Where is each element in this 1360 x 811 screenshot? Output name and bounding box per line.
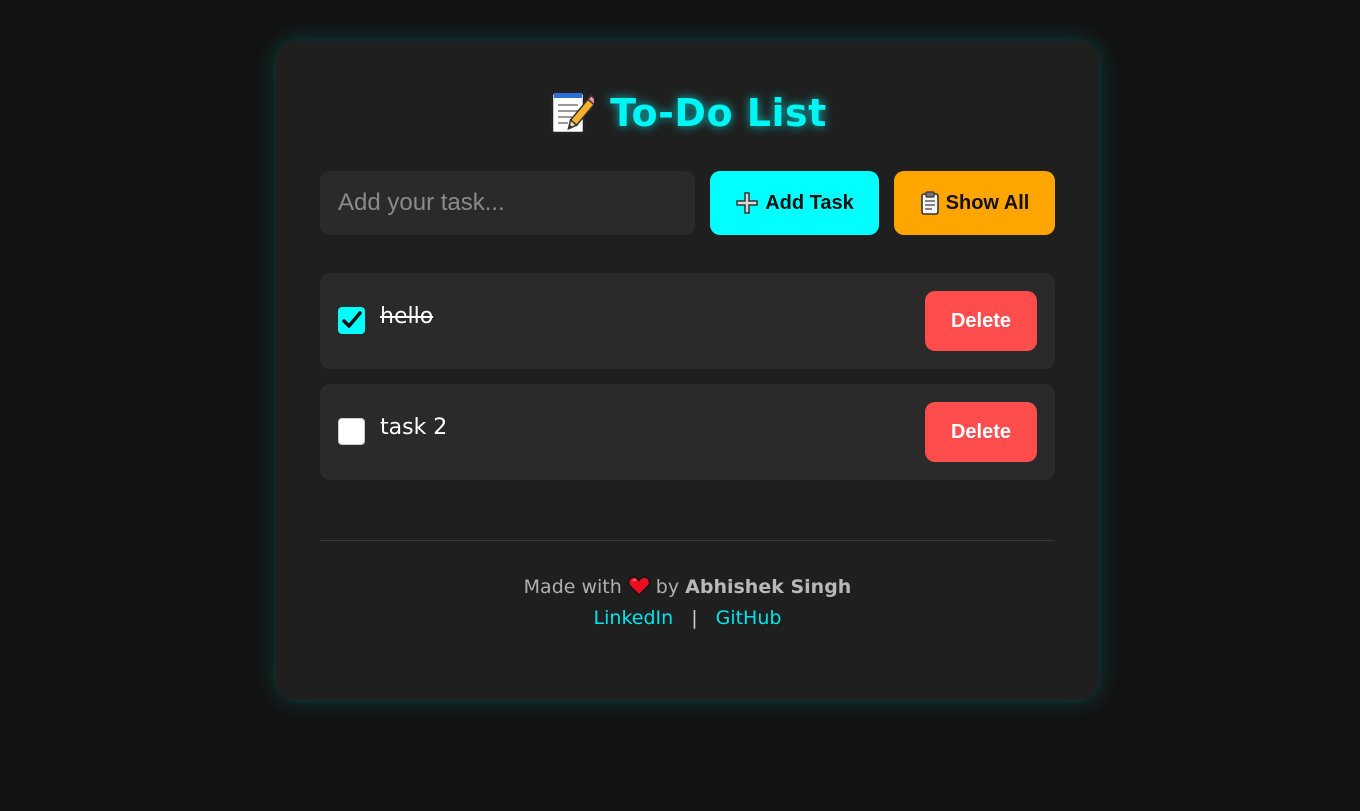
divider — [320, 540, 1055, 541]
delete-button[interactable]: Delete — [925, 402, 1037, 462]
task-text: hello — [380, 304, 434, 329]
github-link[interactable]: GitHub — [716, 607, 782, 629]
add-task-button[interactable]: Add Task — [710, 171, 879, 235]
task-item: hello Delete — [320, 273, 1055, 369]
task-input[interactable] — [320, 171, 695, 235]
made-with-text: Made with — [523, 576, 622, 598]
by-text: by — [655, 576, 680, 598]
footer: Made with by Abhishek Singh LinkedIn | Git… — [276, 573, 1099, 632]
clipboard-icon — [920, 191, 940, 215]
show-all-button[interactable]: Show All — [894, 171, 1055, 235]
footer-links: LinkedIn | GitHub — [276, 604, 1099, 632]
show-all-label: Show All — [945, 191, 1030, 214]
footer-credit: Made with by Abhishek Singh — [276, 573, 1099, 604]
header: To-Do List — [276, 89, 1099, 137]
task-item: task 2 Delete — [320, 384, 1055, 480]
linkedin-link[interactable]: LinkedIn — [594, 607, 674, 629]
todo-card: To-Do List Add Task Show All — [276, 41, 1099, 700]
delete-button[interactable]: Delete — [925, 291, 1037, 351]
heart-icon — [627, 576, 650, 604]
task-checkbox[interactable] — [338, 418, 365, 445]
link-separator: | — [691, 607, 698, 629]
page-title: To-Do List — [610, 91, 827, 135]
add-task-label: Add Task — [765, 191, 854, 214]
plus-icon — [735, 191, 759, 215]
task-checkbox[interactable] — [338, 307, 365, 334]
task-text: task 2 — [380, 415, 448, 440]
author-name: Abhishek Singh — [685, 576, 852, 598]
memo-icon — [548, 89, 599, 137]
